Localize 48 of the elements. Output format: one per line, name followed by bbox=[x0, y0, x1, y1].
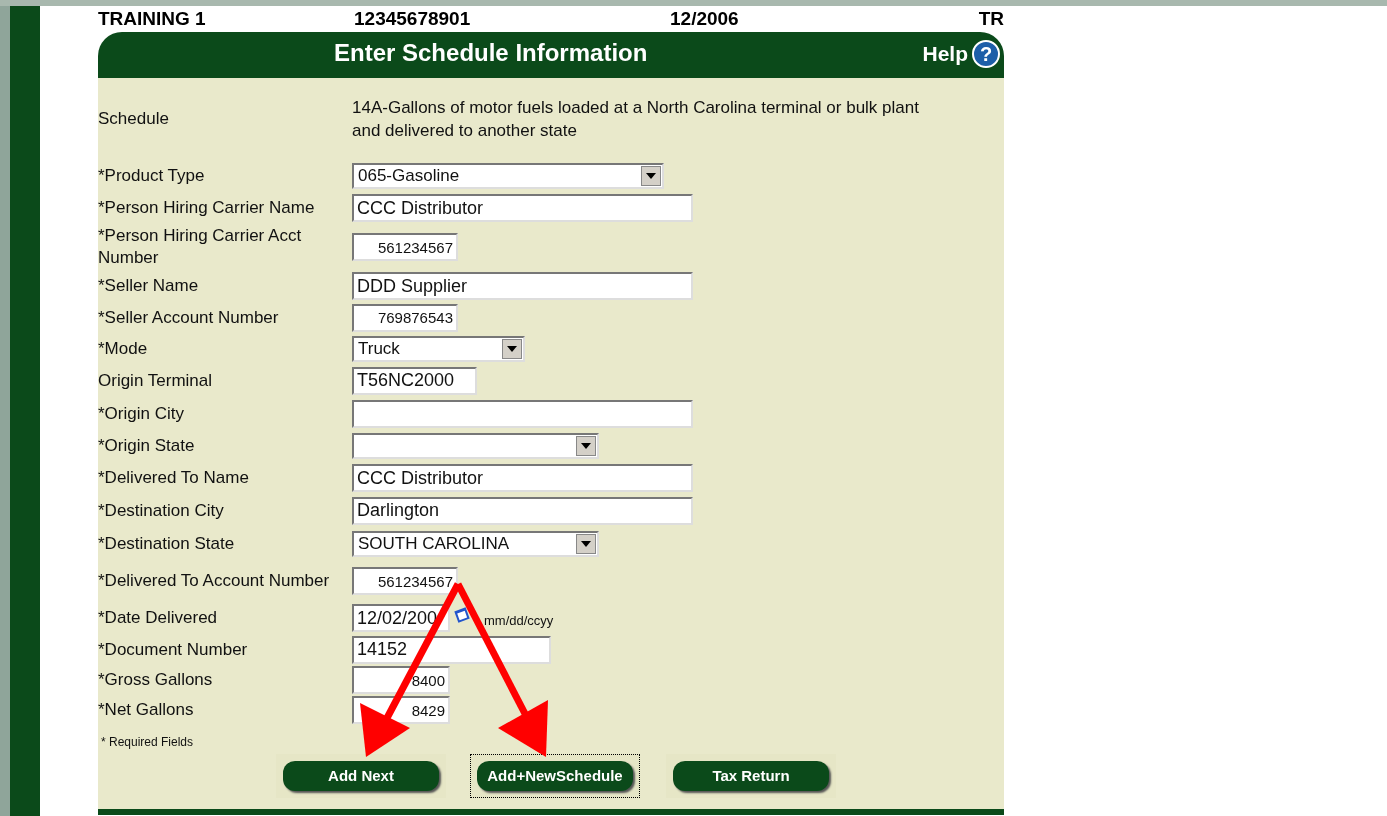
input-field[interactable]: CCC Distributor bbox=[352, 194, 693, 222]
dropdown[interactable]: Truck bbox=[352, 335, 525, 362]
input-field[interactable]: DDD Supplier bbox=[352, 272, 693, 300]
input-field[interactable]: 14152 bbox=[352, 635, 551, 664]
field-label: *Origin State bbox=[98, 435, 196, 457]
help-link[interactable]: Help ? bbox=[922, 38, 1000, 70]
input-field[interactable]: 561234567 bbox=[352, 233, 458, 261]
field-label: *Origin City bbox=[98, 402, 185, 425]
dropdown[interactable]: 065-Gasoline bbox=[352, 163, 664, 189]
action-button[interactable]: Add Next bbox=[283, 761, 439, 791]
input-field[interactable]: T56NC2000 bbox=[352, 366, 477, 395]
field-label: *Product Type bbox=[98, 165, 206, 187]
page-title: Enter Schedule Information bbox=[334, 38, 648, 68]
field-label: *Seller Name bbox=[98, 275, 200, 297]
field-label: *Person Hiring Carrier Acct Number bbox=[98, 225, 303, 269]
field-label: *Delivered To Name bbox=[98, 467, 250, 489]
field-label: *Destination City bbox=[98, 499, 225, 522]
input-field[interactable] bbox=[352, 399, 693, 428]
input-field[interactable]: 12/02/200 bbox=[352, 604, 450, 632]
date-format-hint: mm/dd/ccyy bbox=[484, 612, 554, 631]
field-label: *Mode bbox=[98, 337, 149, 360]
dropdown[interactable]: SOUTH CAROLINA bbox=[352, 530, 599, 557]
action-button[interactable]: Tax Return bbox=[673, 761, 829, 791]
return-type: TR bbox=[978, 9, 1004, 28]
field-label: Origin Terminal bbox=[98, 369, 213, 392]
input-field[interactable]: 8400 bbox=[352, 666, 450, 694]
field-label: *Document Number bbox=[98, 638, 249, 661]
input-field[interactable]: 769876543 bbox=[352, 303, 458, 332]
field-label: *Gross Gallons bbox=[98, 669, 214, 691]
field-label: Schedule bbox=[98, 108, 170, 131]
input-field[interactable]: 561234567 bbox=[352, 567, 458, 595]
input-field[interactable]: CCC Distributor bbox=[352, 464, 693, 492]
input-field[interactable]: Darlington bbox=[352, 496, 693, 525]
field-label: *Delivered To Account Number bbox=[98, 570, 331, 592]
account-number: 12345678901 bbox=[354, 9, 472, 28]
account-name: TRAINING 1 bbox=[98, 9, 207, 28]
field-label: *Date Delivered bbox=[98, 607, 219, 629]
calendar-icon[interactable] bbox=[454, 606, 472, 624]
dropdown[interactable] bbox=[352, 433, 599, 459]
field-label: *Seller Account Number bbox=[98, 306, 280, 329]
field-label: *Person Hiring Carrier Name bbox=[98, 197, 316, 219]
required-note: * Required Fields bbox=[101, 734, 195, 751]
field-label: *Net Gallons bbox=[98, 699, 195, 721]
schedule-description: 14A-Gallons of motor fuels loaded at a North Carolina terminal or bulk plant and delivered to another state bbox=[352, 97, 920, 142]
field-label: *Destination State bbox=[98, 532, 236, 555]
action-button[interactable]: Add+NewSchedule bbox=[477, 761, 633, 791]
help-icon[interactable]: ? bbox=[972, 39, 1000, 68]
filing-period: 12/2006 bbox=[670, 9, 740, 28]
